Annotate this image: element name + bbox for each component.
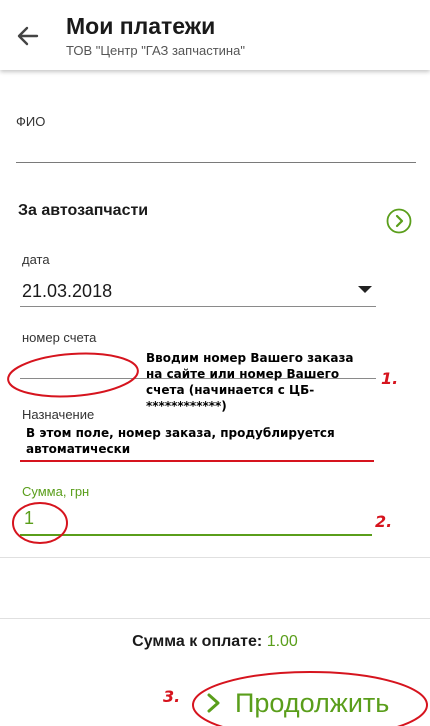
continue-label: Продолжить bbox=[235, 687, 390, 718]
section-title: За автозапчасти bbox=[18, 202, 149, 219]
divider bbox=[0, 618, 430, 619]
annotation-note-1: Вводим номер Вашего заказа на сайте или … bbox=[146, 351, 354, 413]
sum-label: Сумма, грн bbox=[22, 484, 90, 499]
divider bbox=[0, 557, 430, 558]
annotation-number-3: 3. bbox=[163, 687, 181, 706]
annotation-note-2: В этом поле, номер заказа, продублируетс… bbox=[26, 426, 335, 456]
sum-input[interactable] bbox=[20, 504, 372, 534]
fio-input[interactable] bbox=[16, 132, 414, 162]
app-bar: Мои платежи ТОВ "Центр "ГАЗ запчастина" bbox=[0, 0, 430, 70]
account-label: номер счета bbox=[22, 330, 97, 345]
total-value: 1.00 bbox=[266, 633, 298, 650]
date-value: 21.03.2018 bbox=[22, 281, 113, 301]
purpose-underline bbox=[20, 460, 372, 461]
date-label: дата bbox=[22, 252, 50, 267]
page-subtitle: ТОВ "Центр "ГАЗ запчастина" bbox=[66, 43, 245, 58]
back-button[interactable] bbox=[12, 20, 44, 52]
triangle-down-icon bbox=[358, 286, 372, 293]
arrow-left-icon bbox=[17, 26, 39, 46]
purpose-label: Назначение bbox=[22, 407, 95, 422]
chevron-right-icon bbox=[207, 693, 220, 713]
annotation-number-1: 1. bbox=[381, 369, 399, 388]
chevron-right-circle-icon bbox=[386, 208, 412, 234]
sum-underline bbox=[20, 534, 372, 536]
total-label: Сумма к оплате: bbox=[132, 633, 263, 650]
sum-value: 1 bbox=[24, 508, 35, 528]
section-next-button[interactable] bbox=[386, 208, 412, 234]
fio-underline bbox=[16, 162, 416, 163]
fio-label: ФИО bbox=[16, 114, 46, 129]
total-row: Сумма к оплате: 1.00 bbox=[0, 633, 430, 651]
continue-button[interactable]: Продолжить bbox=[205, 683, 389, 723]
page-title: Мои платежи bbox=[66, 13, 216, 39]
annotation-number-2: 2. bbox=[375, 512, 393, 531]
date-underline bbox=[20, 306, 376, 307]
